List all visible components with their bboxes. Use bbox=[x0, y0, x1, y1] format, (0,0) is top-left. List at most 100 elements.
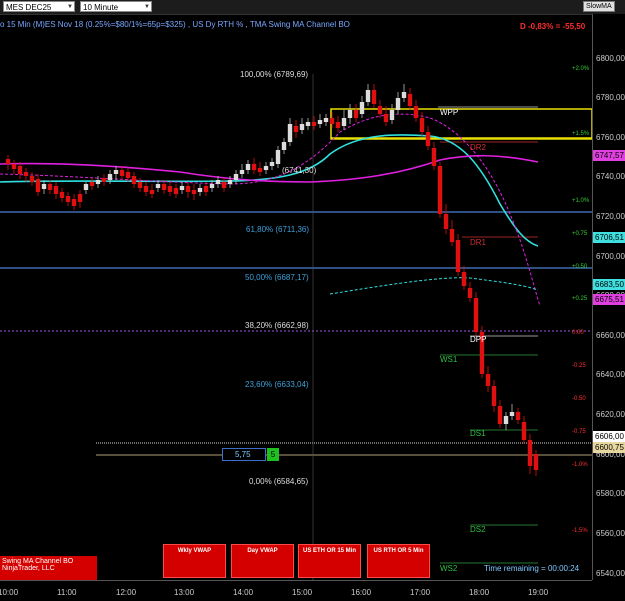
level-label-ws2: WS2 bbox=[440, 564, 458, 573]
candle-body bbox=[467, 288, 473, 298]
candle-body bbox=[95, 180, 101, 184]
level-label-dpp: DPP bbox=[470, 335, 487, 344]
candle-body bbox=[65, 196, 71, 202]
candle-body bbox=[47, 184, 53, 190]
pct-label: -1.5% bbox=[572, 528, 588, 534]
price-tick-label: 6560,00 bbox=[596, 529, 625, 538]
time-tick-label: 11:00 bbox=[57, 588, 77, 597]
instrument-label: MES DEC25 bbox=[6, 3, 52, 12]
slowma-button[interactable]: SlowMA bbox=[583, 1, 615, 12]
interval-selector[interactable]: 10 Minute ▼ bbox=[80, 1, 152, 12]
level-label-dr2: DR2 bbox=[470, 143, 487, 152]
candle-body bbox=[149, 190, 155, 194]
price-tick-label: 6740,00 bbox=[596, 172, 625, 181]
pct-label: +0.75 bbox=[572, 231, 588, 237]
price-tag: 6606,00 bbox=[593, 431, 625, 442]
candle-body bbox=[113, 170, 119, 174]
level-label-dr1: DR1 bbox=[470, 238, 487, 247]
candle-body bbox=[509, 412, 515, 416]
fib-label-mid: (6741,30) bbox=[282, 166, 317, 175]
level-label-ds2: DS2 bbox=[470, 525, 486, 534]
candle-body bbox=[341, 118, 347, 126]
candle-body bbox=[155, 184, 161, 188]
indicator-legend: Swing MA Channel BO NinjaTrader, LLC bbox=[0, 556, 97, 580]
candle-body bbox=[497, 406, 503, 424]
order-quantity-button[interactable]: 5 bbox=[267, 448, 279, 461]
candle-body bbox=[179, 186, 185, 190]
time-tick-label: 17:00 bbox=[410, 588, 431, 597]
candle-body bbox=[473, 298, 479, 332]
candle-body bbox=[71, 199, 77, 206]
candle-body bbox=[515, 412, 521, 420]
candle-body bbox=[107, 174, 113, 180]
pct-label: -1.0% bbox=[572, 462, 588, 468]
candle-body bbox=[311, 122, 317, 126]
candle-body bbox=[305, 122, 311, 126]
candle-body bbox=[191, 190, 197, 194]
candle-body bbox=[245, 164, 251, 170]
us-rth-or-button[interactable]: US RTH OR 5 Min bbox=[367, 544, 430, 578]
candle-body bbox=[329, 118, 335, 124]
candle-body bbox=[185, 186, 191, 192]
time-tick-label: 16:00 bbox=[351, 588, 372, 597]
candle-body bbox=[59, 192, 65, 198]
level-label-wpp: WPP bbox=[440, 108, 459, 117]
candle-body bbox=[533, 454, 539, 470]
candle-body bbox=[365, 90, 371, 102]
time-tick-label: 18:00 bbox=[469, 588, 490, 597]
candle-body bbox=[119, 170, 125, 176]
price-tick-label: 6720,00 bbox=[596, 212, 625, 221]
candle-body bbox=[353, 110, 359, 118]
time-axis[interactable]: 10:00 11:00 12:00 13:00 14:00 15:00 16:00 17:00… bbox=[0, 580, 592, 601]
time-tick-label: 10:00 bbox=[0, 588, 19, 597]
order-quantity-field[interactable]: 5,75 bbox=[222, 448, 266, 461]
candle-body bbox=[401, 92, 407, 98]
candle-body bbox=[131, 176, 137, 184]
time-tick-label: 14:00 bbox=[233, 588, 254, 597]
candle-body bbox=[161, 184, 167, 190]
fib-label-236: 23,60% (6633,04) bbox=[245, 380, 309, 389]
price-tick-label: 6760,00 bbox=[596, 133, 625, 142]
candle-body bbox=[449, 229, 455, 242]
interval-label: 10 Minute bbox=[83, 3, 119, 12]
candle-body bbox=[35, 179, 41, 192]
candle-body bbox=[53, 186, 59, 194]
candle-body bbox=[443, 214, 449, 229]
candle-body bbox=[11, 164, 17, 169]
candle-body bbox=[347, 110, 353, 118]
day-vwap-button[interactable]: Day VWAP bbox=[231, 544, 294, 578]
candle-body bbox=[335, 122, 341, 128]
price-chart[interactable] bbox=[0, 14, 592, 580]
legend-line-1: Swing MA Channel BO bbox=[2, 558, 74, 565]
wkly-vwap-button[interactable]: Wkly VWAP bbox=[163, 544, 226, 578]
us-eth-or-button[interactable]: US ETH OR 15 Min bbox=[298, 544, 361, 578]
candle-body bbox=[527, 440, 533, 466]
pct-label: +1.0% bbox=[572, 198, 590, 204]
candle-body bbox=[287, 124, 293, 142]
candle-body bbox=[431, 148, 437, 166]
pct-label: -0.75 bbox=[572, 429, 586, 435]
candle-body bbox=[83, 184, 89, 190]
candle-body bbox=[77, 194, 83, 202]
candle-body bbox=[293, 126, 299, 132]
price-tick-label: 6800,00 bbox=[596, 54, 625, 63]
candle-body bbox=[41, 184, 47, 189]
pct-label: +2.0% bbox=[572, 66, 590, 72]
instrument-selector[interactable]: MES DEC25 ▼ bbox=[3, 1, 75, 12]
candle-body bbox=[239, 170, 245, 174]
candle-body bbox=[485, 374, 491, 386]
price-tag: 6600,75 bbox=[593, 442, 625, 453]
candle-body bbox=[263, 166, 269, 170]
fib-label-100: 100,00% (6789,69) bbox=[240, 70, 309, 79]
candle-body bbox=[221, 182, 227, 188]
candle-body bbox=[209, 184, 215, 188]
price-tick-label: 6780,00 bbox=[596, 93, 625, 102]
pct-label: +0.25 bbox=[572, 296, 588, 302]
price-tick-label: 6700,00 bbox=[596, 252, 625, 261]
time-tick-label: 15:00 bbox=[292, 588, 313, 597]
candle-body bbox=[203, 186, 209, 192]
candle-body bbox=[383, 114, 389, 122]
candle-body bbox=[269, 162, 275, 166]
price-tick-label: 6540,00 bbox=[596, 569, 625, 578]
pct-label: -0.25 bbox=[572, 363, 586, 369]
